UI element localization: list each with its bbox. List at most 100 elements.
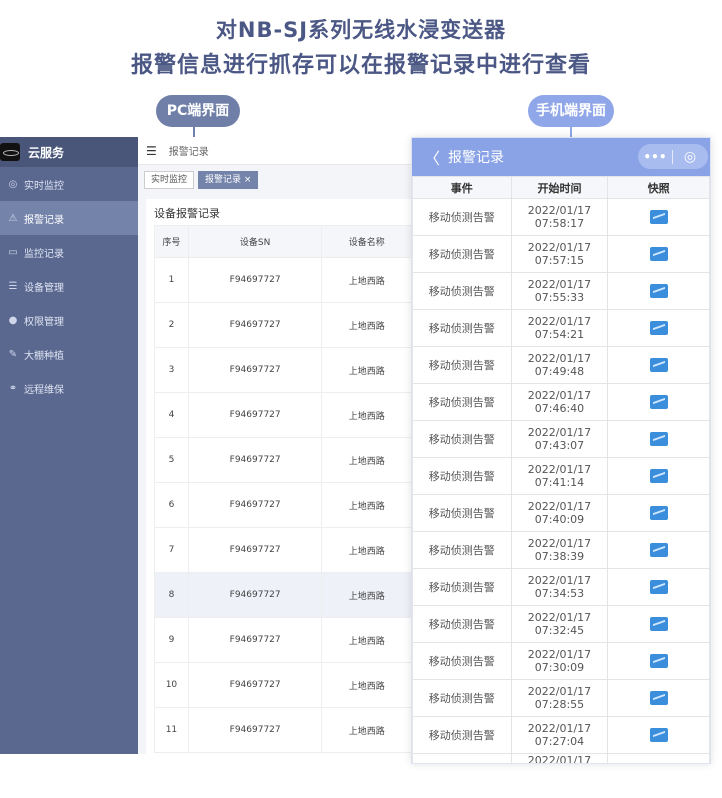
- col-sn: 设备SN: [187, 225, 323, 258]
- start-date: 2022/01/17: [527, 574, 592, 587]
- image-icon[interactable]: [649, 321, 668, 335]
- list-item[interactable]: 移动侦测告警 2022/01/17 07:30:09: [412, 642, 710, 680]
- cell-snapshot: [607, 642, 710, 680]
- image-icon[interactable]: [649, 654, 668, 668]
- table-row[interactable]: 1 F94697727 上地西路: [154, 257, 412, 303]
- tab-realtime[interactable]: 实时监控: [144, 171, 195, 189]
- list-item[interactable]: 移动侦测告警 2022/01/17 07:38:39: [412, 531, 710, 569]
- sidebar-item[interactable]: ⚭ 远程维保: [0, 371, 138, 405]
- cell-index: 7: [154, 527, 189, 573]
- cell-device-name: 上地西路: [321, 437, 412, 483]
- image-icon[interactable]: [649, 247, 668, 261]
- start-date: 2022/01/17: [527, 722, 592, 735]
- menu-toggle-icon[interactable]: ☰: [146, 144, 157, 158]
- list-item[interactable]: 移动侦测告警 2022/01/17 07:28:55: [412, 679, 710, 717]
- brand-name: 云服务: [28, 145, 65, 160]
- cell-sn: F94697727: [187, 572, 323, 618]
- start-clock: 07:54:21: [534, 328, 585, 341]
- start-clock: 07:27:04: [534, 735, 585, 748]
- alarm-card: 设备报警记录 序号 设备SN 设备名称 1 F94697727 上地西路 2 F9469…: [146, 199, 412, 754]
- list-item[interactable]: 移动侦测告警 2022/01/17 07:55:33: [412, 272, 710, 310]
- table-row[interactable]: 6 F94697727 上地西路: [154, 482, 412, 528]
- link-icon: ⚭: [8, 382, 18, 394]
- image-icon[interactable]: [649, 617, 668, 631]
- sidebar-item[interactable]: ⚠ 报警记录: [0, 201, 138, 235]
- sidebar-item[interactable]: ☰ 设备管理: [0, 269, 138, 303]
- sidebar-item[interactable]: ✎ 大棚种植: [0, 337, 138, 371]
- cell-sn: F94697727: [187, 617, 323, 663]
- table-row[interactable]: 5 F94697727 上地西路: [154, 437, 412, 483]
- table-row[interactable]: 11 F94697727 上地西路: [154, 707, 412, 753]
- table-row[interactable]: 2 F94697727 上地西路: [154, 302, 412, 348]
- cell-sn: F94697727: [187, 707, 323, 753]
- cell-sn: F94697727: [187, 482, 323, 528]
- list-item[interactable]: 移动侦测告警 2022/01/17 07:54:21: [412, 309, 710, 347]
- table-row[interactable]: 9 F94697727 上地西路: [154, 617, 412, 663]
- table-row[interactable]: 8 F94697727 上地西路: [154, 572, 412, 618]
- cell-index: 11: [154, 707, 189, 753]
- table-row[interactable]: 4 F94697727 上地西路: [154, 392, 412, 438]
- start-date: 2022/01/17: [527, 352, 592, 365]
- pc-window: 云服务 ◎ 实时监控 ⚠ 报警记录 ▭ 监控记录 ☰ 设备管理 ● 权限管理 ✎ 大棚种植 ⚭ 远程维保 …: [0, 137, 412, 754]
- list-item[interactable]: 2022/01/17: [412, 753, 710, 763]
- table-row[interactable]: 10 F94697727 上地西路: [154, 662, 412, 708]
- image-icon[interactable]: [649, 432, 668, 446]
- cell-snapshot: [607, 346, 710, 384]
- mobile-alarm-table: 事件 开始时间 快照 移动侦测告警 2022/01/17 07:58:17 移动侦测告…: [412, 176, 710, 763]
- list-item[interactable]: 移动侦测告警 2022/01/17 07:49:48: [412, 346, 710, 384]
- list-item[interactable]: 移动侦测告警 2022/01/17 07:40:09: [412, 494, 710, 532]
- cell-snapshot: [607, 235, 710, 273]
- sidebar-item-label: 远程维保: [24, 384, 64, 396]
- cell-snapshot: [607, 494, 710, 532]
- image-icon[interactable]: [649, 543, 668, 557]
- image-icon[interactable]: [649, 358, 668, 372]
- more-icon[interactable]: •••: [638, 150, 672, 164]
- start-date: 2022/01/17: [527, 278, 592, 291]
- cell-device-name: 上地西路: [321, 527, 412, 573]
- cell-start-time: 2022/01/17 07:40:09: [510, 494, 609, 532]
- image-icon[interactable]: [649, 469, 668, 483]
- image-icon[interactable]: [649, 728, 668, 742]
- col-event: 事件: [412, 176, 512, 199]
- mini-program-capsule: ••• ◎: [638, 144, 708, 169]
- cell-start-time: 2022/01/17 07:34:53: [510, 568, 609, 606]
- sidebar-item-label: 大棚种植: [24, 350, 64, 362]
- table-row[interactable]: 3 F94697727 上地西路: [154, 347, 412, 393]
- image-icon[interactable]: [649, 284, 668, 298]
- mobile-label: 手机端界面: [528, 95, 614, 127]
- list-item[interactable]: 移动侦测告警 2022/01/17 07:27:04: [412, 716, 710, 754]
- close-target-icon[interactable]: ◎: [673, 149, 707, 165]
- top-bar: ☰ 报警记录: [138, 137, 412, 165]
- cell-device-name: 上地西路: [321, 707, 412, 753]
- image-icon[interactable]: [649, 691, 668, 705]
- list-item[interactable]: 移动侦测告警 2022/01/17 07:46:40: [412, 383, 710, 421]
- list-item[interactable]: 移动侦测告警 2022/01/17 07:43:07: [412, 420, 710, 458]
- list-item[interactable]: 移动侦测告警 2022/01/17 07:32:45: [412, 605, 710, 643]
- table-row[interactable]: 7 F94697727 上地西路: [154, 527, 412, 573]
- start-date: 2022/01/17: [527, 315, 592, 328]
- back-icon[interactable]: 〈: [424, 145, 440, 169]
- tab-alarm-records[interactable]: 报警记录 ×: [198, 171, 259, 189]
- sidebar-item[interactable]: ● 权限管理: [0, 303, 138, 337]
- start-date: 2022/01/17: [527, 426, 592, 439]
- image-icon[interactable]: [649, 506, 668, 520]
- cell-index: 10: [154, 662, 189, 708]
- image-icon[interactable]: [649, 580, 668, 594]
- pc-alarm-table: 序号 设备SN 设备名称 1 F94697727 上地西路 2 F94697727 上地西…: [154, 225, 412, 753]
- start-clock: 07:58:17: [534, 217, 585, 230]
- list-item[interactable]: 移动侦测告警 2022/01/17 07:58:17: [412, 198, 710, 236]
- list-item[interactable]: 移动侦测告警 2022/01/17 07:41:14: [412, 457, 710, 495]
- sidebar-item[interactable]: ▭ 监控记录: [0, 235, 138, 269]
- list-item[interactable]: 移动侦测告警 2022/01/17 07:57:15: [412, 235, 710, 273]
- cell-index: 6: [154, 482, 189, 528]
- image-icon[interactable]: [649, 210, 668, 224]
- cell-start-time: 2022/01/17: [510, 753, 609, 763]
- headline-line1: 对NB-SJ系列无线水浸变送器: [215, 18, 507, 42]
- brand[interactable]: 云服务: [0, 137, 138, 167]
- card-title: 设备报警记录: [154, 207, 220, 220]
- image-icon[interactable]: [649, 395, 668, 409]
- sidebar-item[interactable]: ◎ 实时监控: [0, 167, 138, 201]
- cell-device-name: 上地西路: [321, 617, 412, 663]
- cell-sn: F94697727: [187, 347, 323, 393]
- list-item[interactable]: 移动侦测告警 2022/01/17 07:34:53: [412, 568, 710, 606]
